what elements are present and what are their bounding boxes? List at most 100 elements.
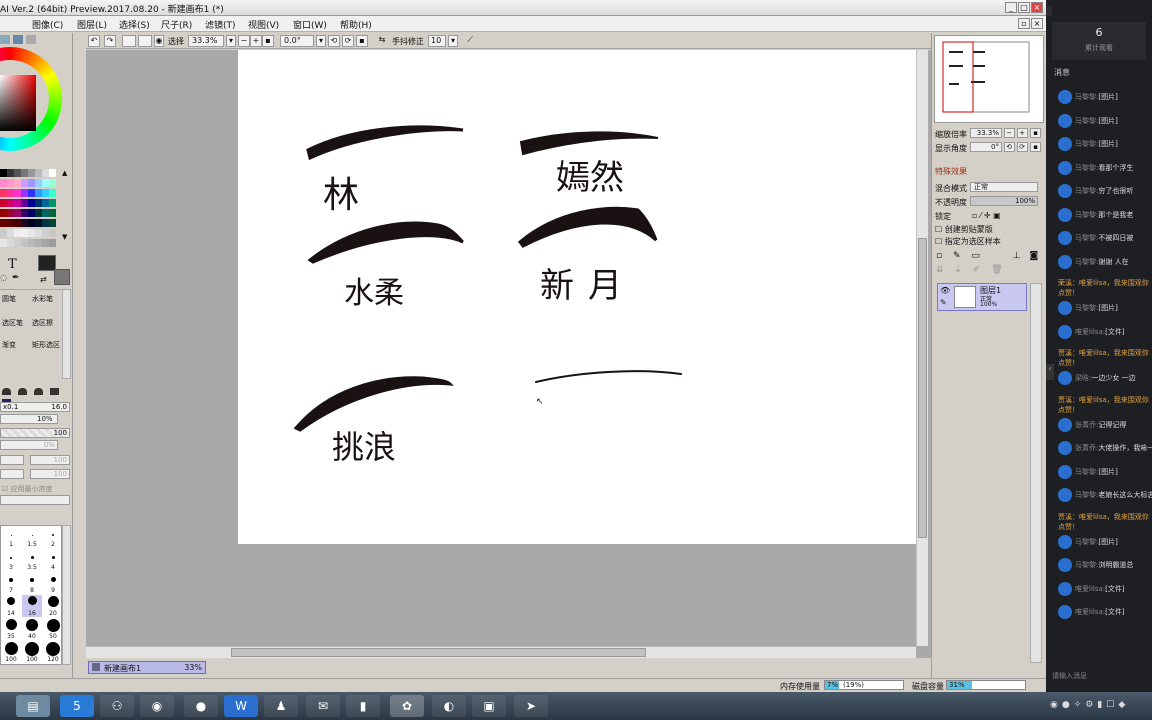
blend-strength[interactable]: 100 (30, 455, 70, 465)
taskbar-wechat-icon[interactable]: ✉ (306, 695, 340, 717)
color-swatch[interactable] (28, 209, 35, 217)
brush-watercolor[interactable]: 水彩笔 (32, 294, 53, 304)
color-swatch[interactable] (42, 199, 49, 207)
brush-size-cell[interactable]: 2 (43, 526, 63, 548)
color-swatch[interactable] (14, 199, 21, 207)
color-swatch[interactable] (42, 229, 49, 237)
taskbar-app-5-icon[interactable]: 5 (60, 695, 94, 717)
maximize-button[interactable]: □ (1018, 2, 1030, 13)
redo-icon[interactable]: ↷ (104, 35, 116, 47)
taskbar-feather-icon[interactable]: ➤ (514, 695, 548, 717)
system-tray-icons[interactable]: ◉●✧⚙▮☐◆ (1050, 700, 1146, 712)
vertical-scrollbar[interactable] (916, 50, 928, 646)
drawing-canvas[interactable]: 林 嫣然 水柔 新月 挑浪 ↖ (238, 50, 916, 544)
clear-layer-icon[interactable]: ✐ (973, 265, 981, 275)
taskbar-notepad-icon[interactable]: ▮ (346, 695, 380, 717)
zoom-field[interactable]: 33.3% (188, 35, 224, 47)
swap-color-icon[interactable]: ⇄ (40, 275, 47, 284)
canvas-tab[interactable]: 新建画布1 33% (88, 661, 206, 674)
taskbar-store-icon[interactable]: ▣ (472, 695, 506, 717)
color-swatch[interactable] (28, 199, 35, 207)
nav-rotate-reset[interactable]: ▪ (1030, 142, 1041, 152)
shape-4-icon[interactable] (49, 388, 59, 395)
brush-size-cell[interactable]: 9 (43, 572, 63, 594)
color-swatch[interactable] (35, 189, 42, 197)
taskbar-qq-icon[interactable]: ♟ (264, 695, 298, 717)
color-swatch[interactable] (14, 239, 21, 247)
angle-dropdown-icon[interactable]: ▾ (316, 35, 326, 47)
menu-close-button[interactable]: × (1031, 18, 1043, 29)
avatar[interactable] (1058, 184, 1072, 198)
layer-item[interactable]: 👁 ✎ 图层1 正常 100% (937, 283, 1027, 311)
layer-visibility-icon[interactable]: 👁 (940, 286, 950, 295)
avatar[interactable] (1058, 113, 1072, 128)
close-button[interactable]: × (1031, 2, 1043, 13)
menu-help[interactable]: 帮助(H) (340, 18, 372, 31)
brush-size-slider[interactable]: x0.1 16.0 (0, 402, 70, 412)
color-swatch[interactable] (35, 209, 42, 217)
color-swatch[interactable] (0, 219, 7, 227)
new-folder-icon[interactable]: ▭ (971, 251, 980, 261)
stabilizer-field[interactable]: 10 (428, 35, 446, 47)
menu-view[interactable]: 视图(V) (248, 18, 279, 31)
rotate-reset-button[interactable]: ▪ (356, 35, 368, 47)
clip-mask-checkbox[interactable]: ☐ 创建剪贴蒙版 (935, 224, 993, 235)
invert-icon[interactable] (138, 35, 152, 47)
trash-icon[interactable]: 🗑 (991, 265, 1002, 275)
color-swatch[interactable] (28, 179, 35, 187)
color-swatch[interactable] (21, 189, 28, 197)
taskbar-sai-icon[interactable]: ✿ (390, 695, 424, 717)
nav-rotate-right[interactable]: ⟳ (1017, 142, 1028, 152)
brush-size-grid[interactable]: 1 1.5 2 3 3.5 4 7 8 9 14 16 20 35 40 50 100 100 120 (0, 525, 62, 665)
deselect-icon[interactable] (122, 35, 136, 47)
color-swatch[interactable] (49, 179, 56, 187)
color-swatch[interactable] (14, 189, 21, 197)
color-swatch[interactable] (21, 239, 28, 247)
color-swatch[interactable] (14, 229, 21, 237)
brush-gradient[interactable]: 渐变 (2, 340, 16, 350)
brush-size-cell[interactable]: 1.5 (22, 526, 42, 548)
color-swatch[interactable] (35, 239, 42, 247)
color-swatch[interactable] (28, 169, 35, 177)
blend-select[interactable] (0, 455, 24, 465)
nav-zoom-out[interactable]: − (1004, 128, 1015, 138)
brush-size-cell[interactable]: 4 (43, 549, 63, 571)
color-swatch[interactable] (49, 169, 56, 177)
eye-icon[interactable]: ◉ (154, 35, 164, 47)
color-swatch[interactable] (28, 239, 35, 247)
color-mode-icons[interactable] (0, 35, 40, 45)
shape-2-icon[interactable] (17, 388, 27, 395)
color-swatch[interactable] (49, 229, 56, 237)
color-swatch[interactable] (35, 219, 42, 227)
brush-size-cell[interactable]: 100 (22, 641, 42, 663)
merge-down-icon[interactable]: ⇣ (954, 265, 962, 275)
minimize-button[interactable]: _ (1005, 2, 1017, 13)
swatch-scroll-down-icon[interactable]: ▼ (62, 233, 70, 241)
avatar[interactable] (1058, 231, 1072, 245)
menu-filter[interactable]: 滤镜(T) (205, 18, 236, 31)
chat-input[interactable]: 请输入消息 (1052, 668, 1146, 684)
texture-select[interactable] (0, 469, 24, 479)
color-swatch[interactable] (35, 199, 42, 207)
horizontal-scrollbar[interactable] (86, 646, 916, 658)
texture-slider[interactable]: 0% (0, 440, 58, 450)
avatar[interactable] (1058, 324, 1072, 339)
color-swatch[interactable] (49, 199, 56, 207)
menu-restore-button[interactable]: ▫ (1018, 18, 1030, 29)
brush-size-cell[interactable]: 8 (22, 572, 42, 594)
color-swatch[interactable] (7, 239, 14, 247)
avatar[interactable] (1058, 207, 1072, 222)
shape-1-icon[interactable] (2, 388, 11, 395)
menu-image[interactable]: 图像(C) (32, 18, 63, 31)
avatar[interactable] (1058, 605, 1072, 619)
secondary-color-icon[interactable] (54, 269, 70, 285)
brush-size-cell[interactable]: 1 (1, 526, 21, 548)
brush-selection-pen[interactable]: 选区笔 (2, 318, 23, 328)
rgb-mode-icon[interactable] (12, 35, 23, 44)
avatar[interactable] (1058, 137, 1072, 151)
avatar[interactable] (1058, 534, 1072, 549)
effects-label[interactable]: 特殊效果 (935, 166, 967, 177)
avatar[interactable] (1058, 371, 1072, 385)
avatar[interactable] (1058, 464, 1072, 479)
color-swatch[interactable] (21, 179, 28, 187)
